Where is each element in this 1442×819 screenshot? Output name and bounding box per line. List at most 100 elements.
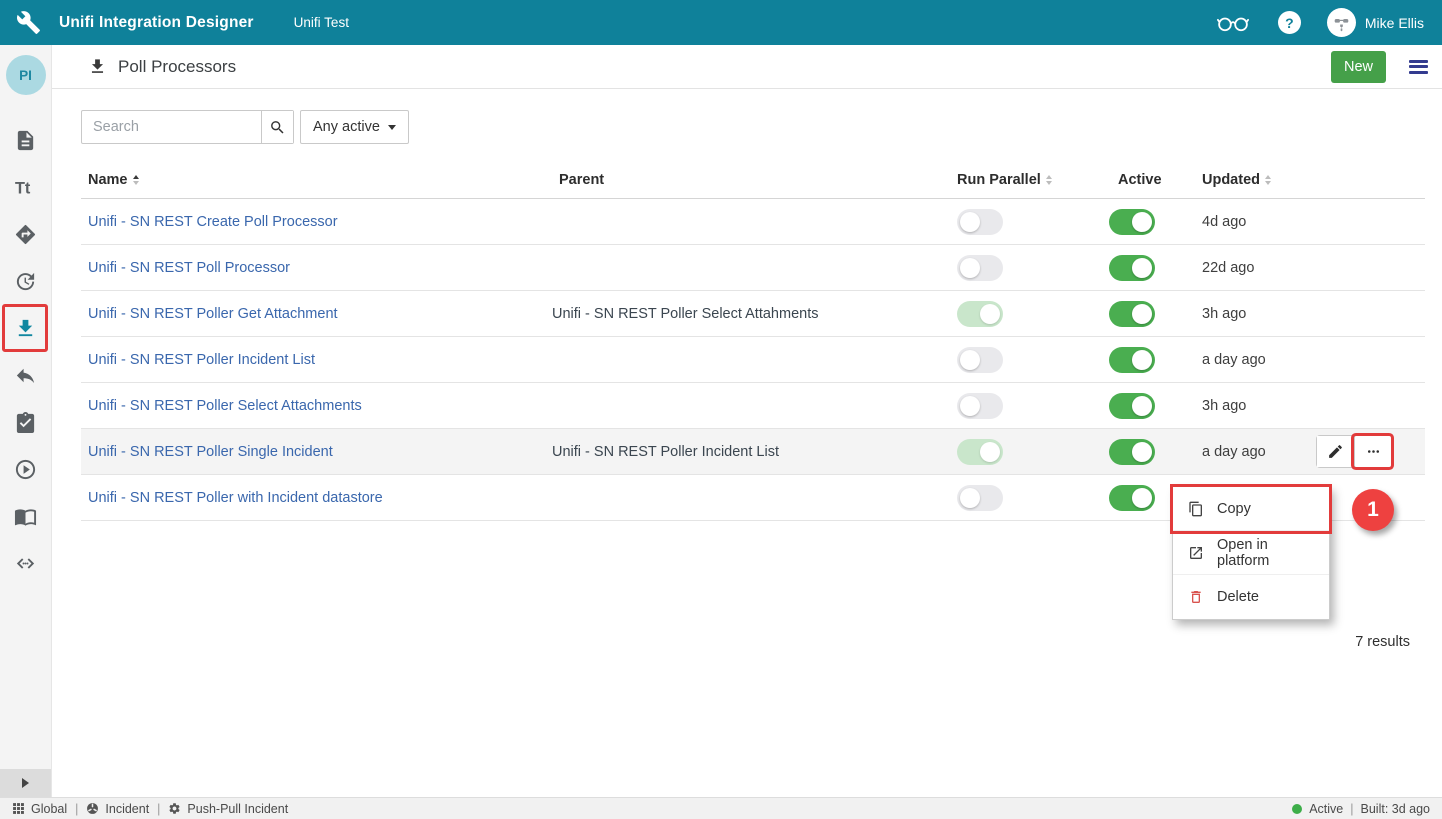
column-header-active: Active <box>1080 172 1173 188</box>
run-parallel-toggle[interactable] <box>957 347 1003 373</box>
active-filter-label: Any active <box>313 119 380 135</box>
sidebar-item-download[interactable] <box>13 315 39 341</box>
footer-item-global[interactable]: Global <box>12 802 67 816</box>
column-header-updated[interactable]: Updated <box>1173 172 1293 188</box>
active-toggle[interactable] <box>1109 347 1155 373</box>
cell-name: Unifi - SN REST Poller Get Attachment <box>81 306 552 322</box>
table-header: NameParentRun ParallelActiveUpdated <box>81 161 1425 199</box>
app-window: Unifi Integration Designer Unifi Test ? <box>0 0 1442 819</box>
processor-link[interactable]: Unifi - SN REST Poller Single Incident <box>88 444 333 460</box>
search-input[interactable] <box>82 111 261 143</box>
page-header: Poll Processors New <box>52 45 1442 89</box>
sort-down-arrow <box>1046 181 1052 185</box>
run-parallel-toggle[interactable] <box>957 393 1003 419</box>
sort-up-arrow <box>1265 175 1271 179</box>
row-context-menu: CopyOpen in platformDelete <box>1172 486 1330 620</box>
sidebar-expand-button[interactable] <box>0 769 51 797</box>
menu-item-delete[interactable]: Delete <box>1173 575 1329 619</box>
cell-run-parallel <box>928 439 1080 465</box>
run-parallel-toggle[interactable] <box>957 485 1003 511</box>
sidebar-item-history[interactable] <box>13 268 39 294</box>
run-parallel-toggle[interactable] <box>957 209 1003 235</box>
file-icon <box>14 129 37 152</box>
glasses-icon[interactable] <box>1216 10 1250 35</box>
active-toggle[interactable] <box>1109 485 1155 511</box>
sidebar-item-code[interactable] <box>13 550 39 576</box>
download-icon <box>88 57 107 76</box>
results-count: 7 results <box>1355 634 1410 650</box>
column-header-run-parallel[interactable]: Run Parallel <box>928 172 1080 188</box>
footer-item-push-pull-incident[interactable]: Push-Pull Incident <box>168 802 288 816</box>
sidebar-item-file[interactable] <box>13 127 39 153</box>
run-parallel-toggle[interactable] <box>957 255 1003 281</box>
footer-separator: | <box>157 802 160 816</box>
active-toggle[interactable] <box>1109 393 1155 419</box>
footer-status: Active | Built: 3d ago <box>1292 802 1430 816</box>
status-bar: Global | Incident | Push-Pull Incident Activ… <box>0 797 1442 819</box>
active-toggle[interactable] <box>1109 301 1155 327</box>
user-name[interactable]: Mike Ellis <box>1365 15 1424 31</box>
help-icon[interactable]: ? <box>1278 11 1301 34</box>
incident-type-icon <box>86 802 99 815</box>
sidebar-item-text-format[interactable]: Tt <box>13 174 39 200</box>
column-header-name[interactable]: Name <box>81 172 552 188</box>
table-body: Unifi - SN REST Create Poll Processor 4d … <box>81 199 1425 521</box>
cell-name: Unifi - SN REST Poller Single Incident <box>81 444 552 460</box>
status-label: Active <box>1309 802 1343 816</box>
toolbar: Any active <box>81 110 1425 144</box>
processor-link[interactable]: Unifi - SN REST Create Poll Processor <box>88 214 338 230</box>
sidebar-item-reply[interactable] <box>13 362 39 388</box>
menu-icon[interactable] <box>1409 60 1428 74</box>
edit-button[interactable] <box>1317 436 1354 467</box>
cell-run-parallel <box>928 255 1080 281</box>
sort-down-arrow <box>1265 181 1271 185</box>
active-toggle[interactable] <box>1109 255 1155 281</box>
footer-item-incident[interactable]: Incident <box>86 802 149 816</box>
footer-item-label: Incident <box>105 802 149 816</box>
search-icon <box>269 119 286 136</box>
processor-link[interactable]: Unifi - SN REST Poller Get Attachment <box>88 306 338 322</box>
toggle-knob <box>980 304 1000 324</box>
new-button[interactable]: New <box>1331 51 1386 83</box>
workspace-name[interactable]: Unifi Test <box>294 15 349 30</box>
menu-item-open-in-platform[interactable]: Open in platform <box>1173 531 1329 575</box>
toggle-knob <box>1132 442 1152 462</box>
run-parallel-toggle[interactable] <box>957 439 1003 465</box>
sidebar-nav: Tt <box>0 127 51 597</box>
sidebar-item-play-circle[interactable] <box>13 456 39 482</box>
processor-link[interactable]: Unifi - SN REST Poller Select Attachment… <box>88 398 362 414</box>
cell-name: Unifi - SN REST Poll Processor <box>81 260 552 276</box>
cell-active <box>1080 209 1173 235</box>
reply-icon <box>14 364 37 387</box>
user-avatar[interactable] <box>1327 8 1356 37</box>
cell-run-parallel <box>928 209 1080 235</box>
sort-icon <box>133 175 139 185</box>
wrench-icon <box>16 10 41 35</box>
processor-link[interactable]: Unifi - SN REST Poll Processor <box>88 260 290 276</box>
copy-icon <box>1188 501 1204 517</box>
search-button[interactable] <box>261 111 293 143</box>
processor-link[interactable]: Unifi - SN REST Poller with Incident dat… <box>88 490 383 506</box>
menu-item-copy[interactable]: Copy <box>1173 487 1329 531</box>
column-label: Active <box>1118 172 1162 188</box>
active-toggle[interactable] <box>1109 439 1155 465</box>
cell-updated: 22d ago <box>1173 260 1293 276</box>
svg-text:Tt: Tt <box>15 179 31 197</box>
footer-separator: | <box>1350 802 1353 816</box>
cell-active <box>1080 485 1173 511</box>
active-filter-dropdown[interactable]: Any active <box>300 110 409 144</box>
integration-avatar[interactable]: PI <box>6 55 46 95</box>
active-toggle[interactable] <box>1109 209 1155 235</box>
grid-icon <box>12 802 25 815</box>
toggle-knob <box>1132 396 1152 416</box>
sidebar-item-task-check[interactable] <box>13 409 39 435</box>
sidebar-item-book[interactable] <box>13 503 39 529</box>
processor-link[interactable]: Unifi - SN REST Poller Incident List <box>88 352 315 368</box>
run-parallel-toggle[interactable] <box>957 301 1003 327</box>
cell-updated: 4d ago <box>1173 214 1293 230</box>
footer-separator: | <box>75 802 78 816</box>
column-label: Name <box>88 172 128 188</box>
sidebar-item-directions[interactable] <box>13 221 39 247</box>
table-row: Unifi - SN REST Poller Incident Lista da… <box>81 337 1425 383</box>
more-actions-button[interactable] <box>1354 436 1391 467</box>
